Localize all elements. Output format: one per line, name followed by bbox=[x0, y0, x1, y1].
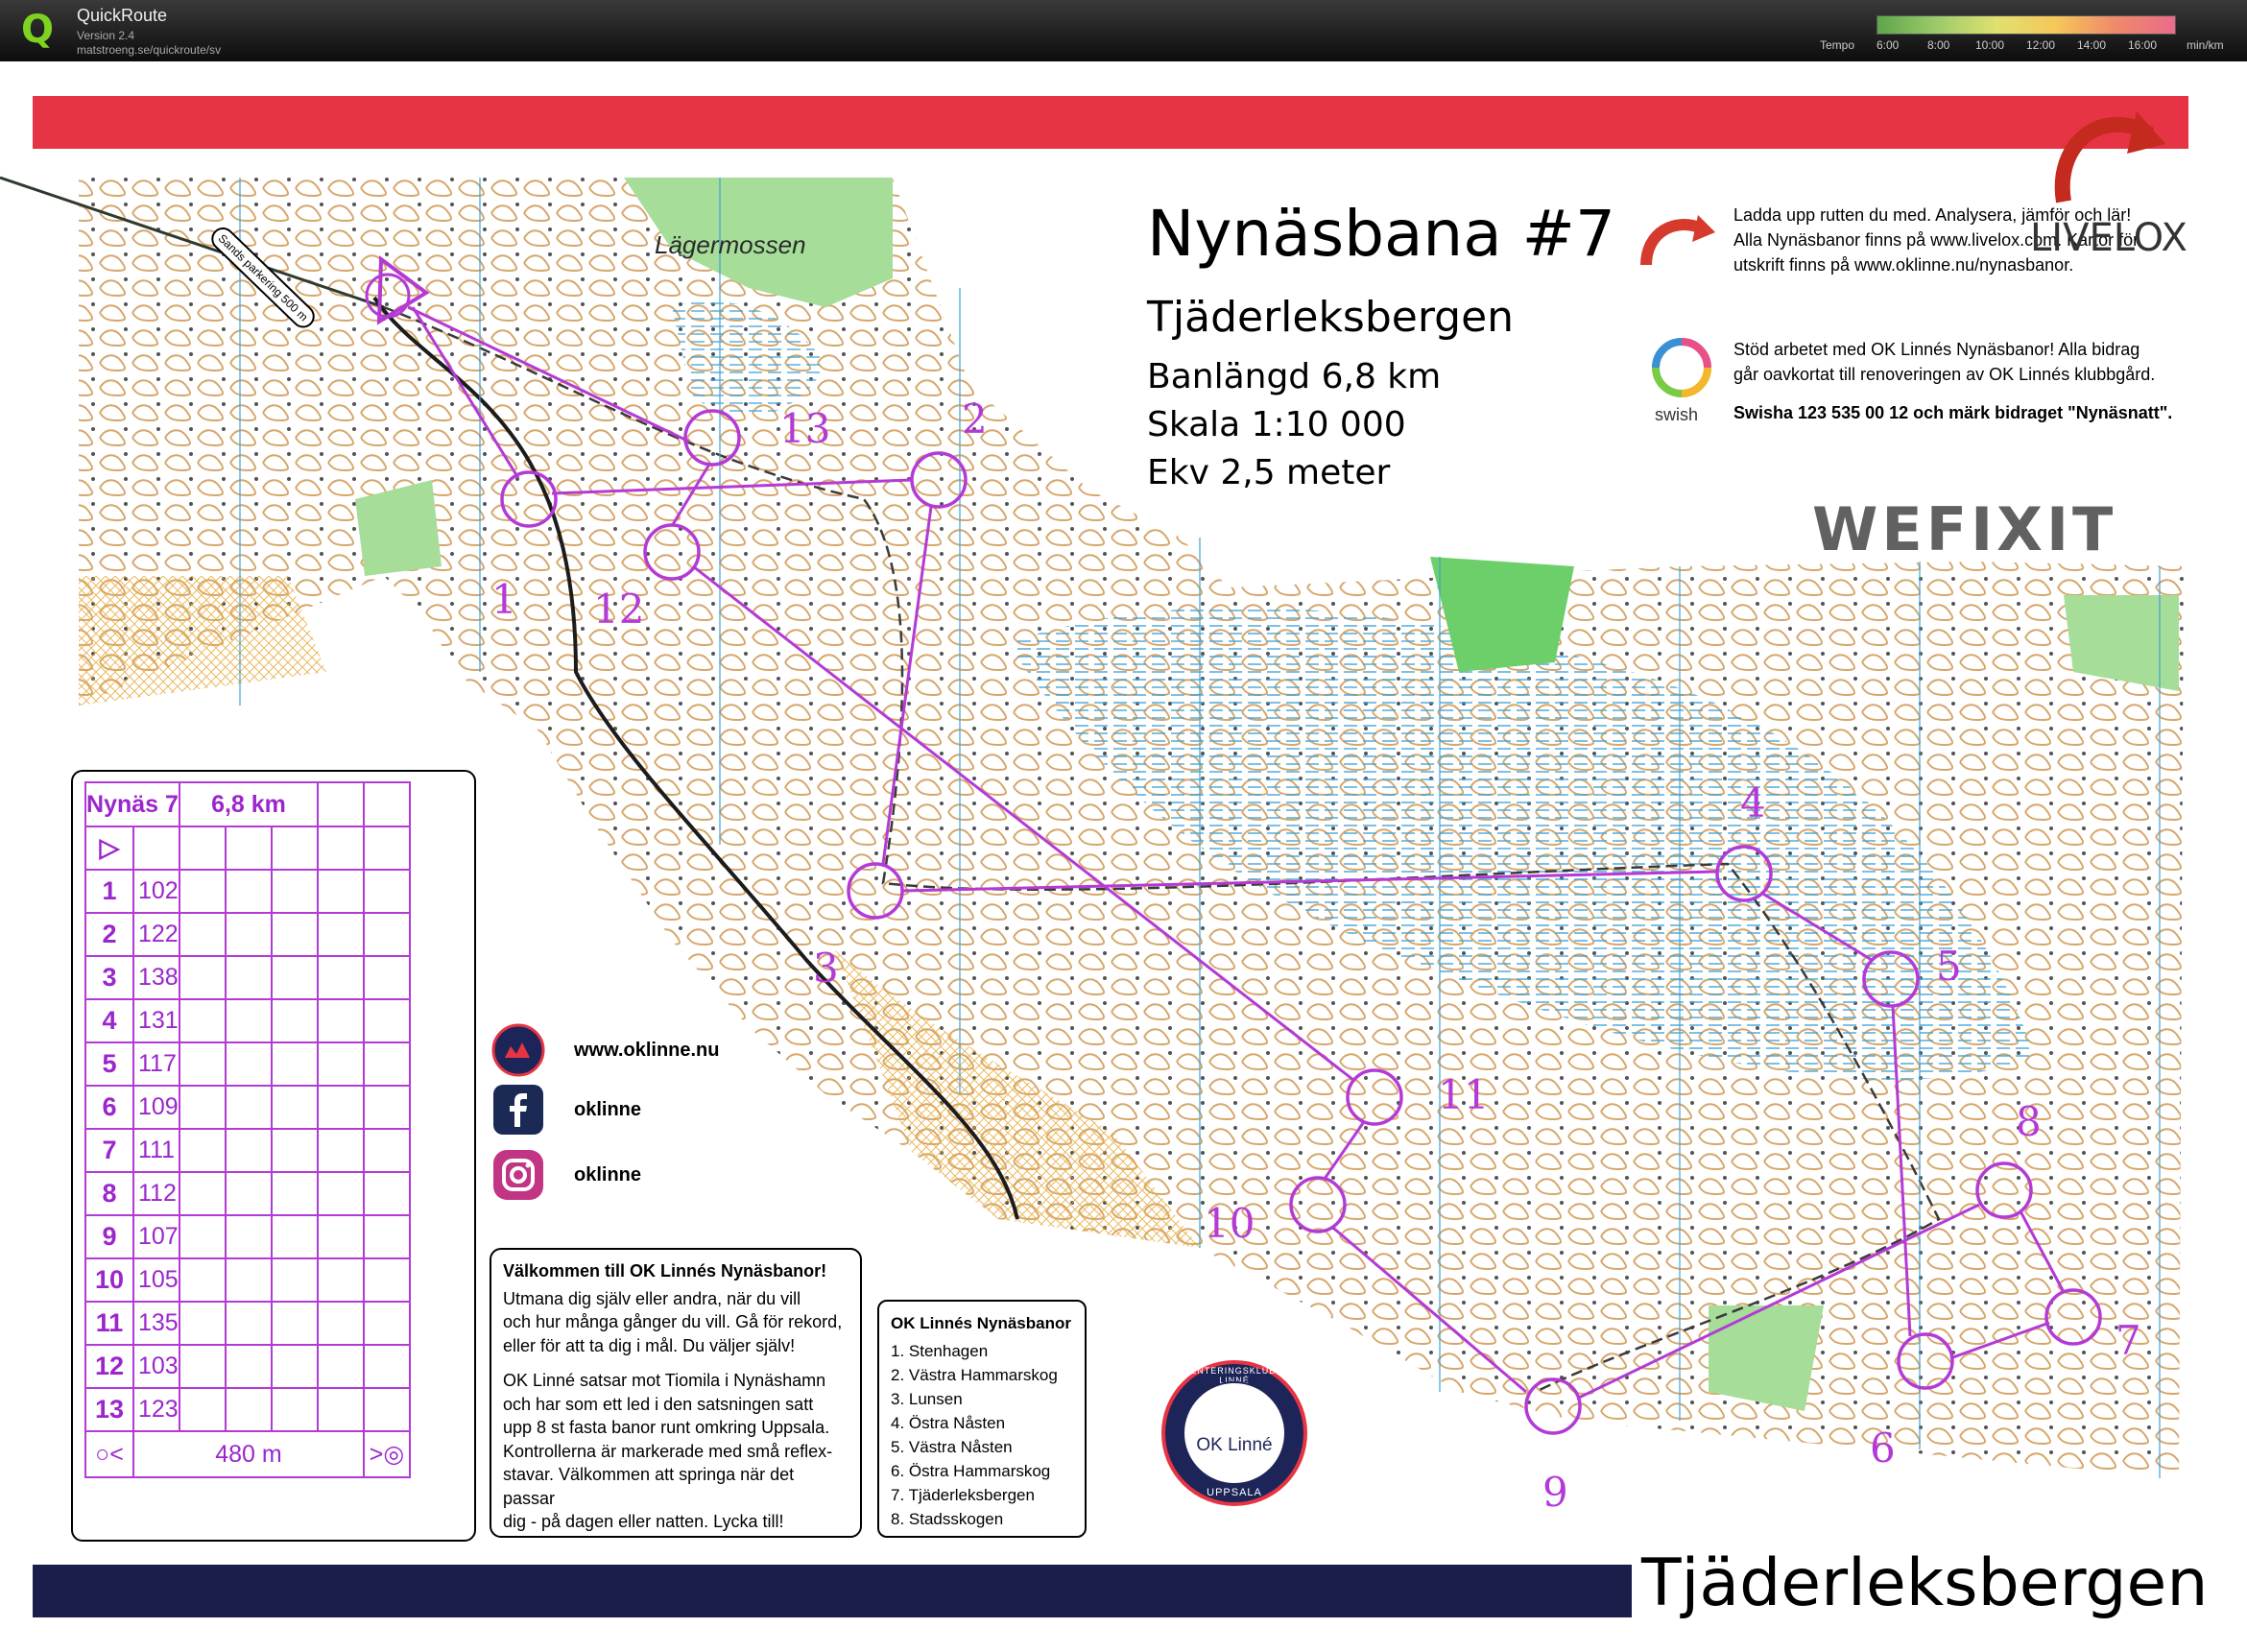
card-control-code: 112 bbox=[132, 1171, 180, 1216]
social-facebook-label[interactable]: oklinne bbox=[574, 1099, 641, 1121]
card-control-number: 13 bbox=[84, 1387, 134, 1432]
card-control-code: 123 bbox=[132, 1387, 180, 1432]
swish-number: Swisha 123 535 00 12 och märk bidraget "… bbox=[1733, 403, 2173, 422]
course-length: Banlängd 6,8 km bbox=[1147, 357, 1442, 396]
card-finish-distance: 480 m bbox=[132, 1430, 365, 1478]
card-control-code: 135 bbox=[132, 1301, 180, 1346]
club-badge-name: OK Linné bbox=[1196, 1435, 1273, 1455]
map-equidistance: Ekv 2,5 meter bbox=[1147, 453, 1391, 492]
finish-circle-icon: >◎ bbox=[363, 1430, 411, 1478]
card-control-number: 3 bbox=[84, 955, 134, 1000]
welcome-line: OK Linné satsar mot Tiomila i Nynäshamn bbox=[503, 1371, 826, 1390]
card-control-code: 131 bbox=[132, 998, 180, 1043]
map-subtitle: Tjäderleksbergen bbox=[1147, 293, 1515, 342]
place-name: Lägermossen bbox=[655, 230, 806, 259]
card-control-number: 8 bbox=[84, 1171, 134, 1216]
welcome-line: Utmana dig själv eller andra, när du vil… bbox=[503, 1288, 801, 1308]
social-instagram[interactable]: oklinne bbox=[491, 1148, 641, 1202]
card-control-code: 138 bbox=[132, 955, 180, 1000]
social-website[interactable]: www.oklinne.nu bbox=[491, 1023, 719, 1077]
card-control-number: 10 bbox=[84, 1257, 134, 1303]
control-label: 2 bbox=[962, 395, 988, 443]
course-list-item: 7. Tjäderleksbergen bbox=[891, 1486, 1035, 1504]
welcome-line: eller för att ta dig i mål. Du väljer sj… bbox=[503, 1335, 796, 1355]
course-list-item: 4. Östra Nåsten bbox=[891, 1414, 1006, 1432]
social-website-label[interactable]: www.oklinne.nu bbox=[574, 1040, 719, 1062]
card-control-number: 7 bbox=[84, 1128, 134, 1173]
card-control-number: 12 bbox=[84, 1344, 134, 1389]
control-label: 1 bbox=[491, 576, 517, 623]
course-list-item: 3. Lunsen bbox=[891, 1390, 963, 1408]
control-label: 3 bbox=[813, 945, 839, 992]
welcome-line: upp 8 st fasta banor runt omkring Uppsal… bbox=[503, 1418, 830, 1437]
control-label: 11 bbox=[1438, 1071, 1490, 1118]
swish-logo-icon bbox=[1652, 338, 1711, 397]
course-list-card: OK Linnés Nynäsbanor 1. Stenhagen 2. Väs… bbox=[877, 1300, 1087, 1538]
open-land bbox=[79, 576, 326, 706]
card-control-number: 11 bbox=[84, 1301, 134, 1346]
course-list-item: 2. Västra Hammarskog bbox=[891, 1366, 1058, 1384]
course-list-heading: OK Linnés Nynäsbanor bbox=[891, 1314, 1071, 1332]
control-card-table: Nynäs 7 6,8 km ▷ 1 102 2 122 3 138 4 131 5 11… bbox=[84, 781, 411, 1478]
livelox-arrow-icon bbox=[1640, 215, 1715, 266]
card-control-code: 105 bbox=[132, 1257, 180, 1303]
welcome-heading: Välkommen till OK Linnés Nynäsbanor! bbox=[503, 1261, 827, 1281]
course-list-item: 8. Stadsskogen bbox=[891, 1510, 1004, 1528]
card-control-number: 2 bbox=[84, 912, 134, 957]
card-control-number: 1 bbox=[84, 869, 134, 914]
map-title: Nynäsbana #7 bbox=[1147, 197, 1615, 271]
control-label: 12 bbox=[593, 586, 645, 633]
welcome-line: dig - på dagen eller natten. Lycka till! bbox=[503, 1512, 784, 1531]
welcome-card: Välkommen till OK Linnés Nynäsbanor! Utm… bbox=[490, 1248, 862, 1538]
club-badge-bottom: UPPSALA bbox=[1207, 1487, 1262, 1498]
welcome-line: Kontrollerna är markerade med små reflex… bbox=[503, 1441, 833, 1461]
card-control-number: 6 bbox=[84, 1085, 134, 1130]
course-list-item: 6. Östra Hammarskog bbox=[891, 1462, 1051, 1480]
course-list-item: 1. Stenhagen bbox=[891, 1342, 989, 1360]
livelox-brand: LIVELOX bbox=[2030, 216, 2187, 260]
control-card: Nynäs 7 6,8 km ▷ 1 102 2 122 3 138 4 131 5 11… bbox=[71, 770, 476, 1542]
welcome-line: och hur många gånger du vill. Gå för rek… bbox=[503, 1312, 843, 1331]
club-badge: ORIENTERINGSKLUBBEN LINNÉ OK Linné UPPSA… bbox=[1161, 1360, 1307, 1506]
card-control-code: 107 bbox=[132, 1214, 180, 1259]
social-facebook[interactable]: oklinne bbox=[491, 1083, 641, 1137]
sponsor-logo: WEFIXIT bbox=[1812, 494, 2117, 564]
map-scale: Skala 1:10 000 bbox=[1147, 405, 1406, 444]
control-label: 7 bbox=[2116, 1317, 2141, 1364]
welcome-line: och har som ett led i den satsningen sat… bbox=[503, 1394, 814, 1414]
card-control-number: 5 bbox=[84, 1041, 134, 1087]
card-control-code: 103 bbox=[132, 1344, 180, 1389]
finish-start-icon: ○< bbox=[84, 1430, 134, 1478]
control-label: 9 bbox=[1542, 1469, 1568, 1516]
control-label: 10 bbox=[1204, 1200, 1255, 1247]
bottom-title: Tjäderleksbergen bbox=[1641, 1545, 2209, 1621]
swish-brand: swish bbox=[1655, 405, 1699, 424]
course-list-item: 5. Västra Nåsten bbox=[891, 1438, 1013, 1456]
card-course-name: Nynäs 7 bbox=[84, 781, 180, 827]
card-control-number: 9 bbox=[84, 1214, 134, 1259]
control-label: 5 bbox=[1936, 943, 1962, 990]
instagram-icon bbox=[493, 1150, 543, 1200]
card-control-code: 122 bbox=[132, 912, 180, 957]
facebook-icon bbox=[493, 1085, 543, 1135]
control-label: 4 bbox=[1740, 779, 1766, 826]
swish-line: går oavkortat till renoveringen av OK Li… bbox=[1733, 365, 2156, 384]
green-vegetation bbox=[1709, 1305, 1824, 1411]
social-instagram-label[interactable]: oklinne bbox=[574, 1164, 641, 1186]
swish-line: Stöd arbetet med OK Linnés Nynäsbanor! A… bbox=[1733, 340, 2140, 359]
card-control-code: 111 bbox=[132, 1128, 180, 1173]
card-control-number: 4 bbox=[84, 998, 134, 1043]
control-label: 6 bbox=[1870, 1425, 1896, 1472]
card-control-code: 109 bbox=[132, 1085, 180, 1130]
card-course-length: 6,8 km bbox=[179, 781, 319, 827]
club-logo-icon bbox=[491, 1023, 545, 1077]
welcome-line: stavar. Välkommen att springa när det pa… bbox=[503, 1465, 795, 1508]
start-triangle-icon: ▷ bbox=[84, 826, 134, 871]
card-control-code: 102 bbox=[132, 869, 180, 914]
control-label: 8 bbox=[2016, 1098, 2042, 1145]
livelox-logo-icon bbox=[2054, 111, 2165, 204]
control-label: 13 bbox=[779, 405, 831, 452]
card-control-code: 117 bbox=[132, 1041, 180, 1087]
club-badge-inner bbox=[1183, 1381, 1286, 1485]
